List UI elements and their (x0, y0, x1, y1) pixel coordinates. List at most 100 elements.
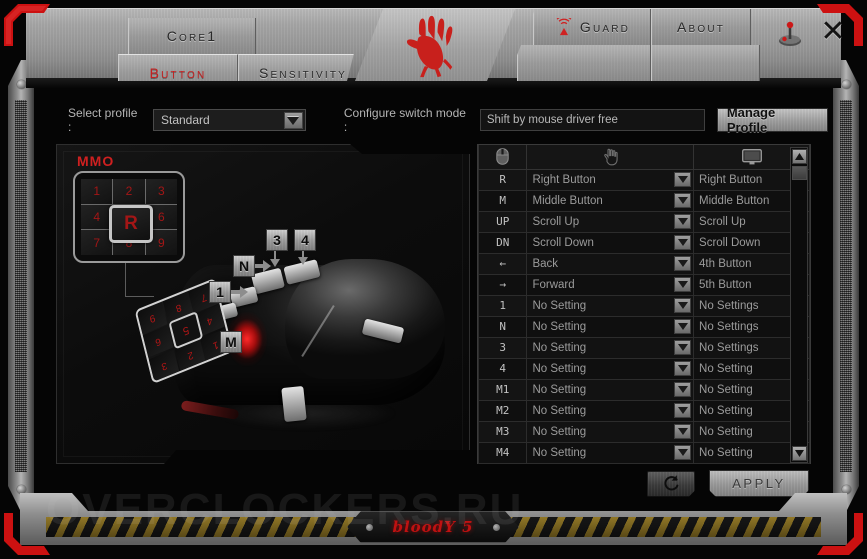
joystick-button[interactable] (775, 18, 805, 48)
callout-4[interactable]: 4 (294, 229, 316, 251)
profile-dropdown-button[interactable] (283, 112, 303, 129)
close-button[interactable]: ✕ (817, 16, 849, 48)
mmo-key-7[interactable]: 7 (81, 230, 113, 255)
bloody-handprint-icon (406, 15, 453, 78)
title-bar: Core1 Button Sensitivity Guard About ✕ (0, 0, 867, 88)
row-assigned-label-6: No Setting (532, 299, 587, 312)
assigned-cell-wrap: No Setting (532, 338, 692, 357)
row-key-9: 4 (477, 357, 528, 380)
row-dropdown-button-6[interactable] (674, 297, 692, 313)
row-dropdown-button-8[interactable] (674, 339, 692, 355)
mmo-key-2[interactable]: 2 (113, 179, 145, 204)
row-assigned-cell-13[interactable]: No Setting (526, 441, 695, 464)
assigned-cell-wrap: No Setting (532, 443, 692, 462)
mmo-key-4[interactable]: 4 (81, 204, 113, 230)
row-assigned-cell-11[interactable]: No Setting (526, 399, 695, 422)
row-assigned-cell-10[interactable]: No Setting (526, 378, 695, 401)
row-assigned-cell-9[interactable]: No Setting (526, 357, 695, 380)
row-assigned-cell-5[interactable]: Forward (526, 273, 695, 296)
hand-cursor-icon (527, 148, 693, 166)
assigned-cell-wrap: Forward (532, 275, 692, 294)
row-assigned-cell-7[interactable]: No Setting (526, 315, 695, 338)
chevron-down-icon (677, 301, 688, 309)
brand-screw-right (493, 524, 500, 531)
table-scrollbar[interactable] (790, 147, 808, 463)
table-row: M4 No Setting No Setting (477, 441, 810, 464)
assigned-cell-wrap: No Setting (532, 380, 692, 399)
tab-button[interactable]: Button (118, 54, 238, 81)
mmo-key-3[interactable]: 3 (145, 179, 177, 204)
rail-mesh-right (840, 100, 852, 472)
row-assigned-cell-6[interactable]: No Setting (526, 294, 695, 317)
row-dropdown-button-13[interactable] (674, 444, 692, 460)
table-body: R Right Button Right Button M Middle Button M… (477, 168, 810, 464)
table-row: M3 No Setting No Setting (477, 420, 810, 443)
row-key-4: ← (477, 252, 528, 275)
row-assigned-label-9: No Setting (532, 362, 587, 375)
callout-3[interactable]: 3 (266, 229, 288, 251)
assigned-cell-wrap: No Setting (532, 317, 692, 336)
row-dropdown-button-2[interactable] (674, 213, 692, 229)
tab-bar: Core1 Button Sensitivity Guard About ✕ (0, 0, 867, 88)
callout-m[interactable]: M (220, 331, 242, 353)
row-assigned-label-12: No Setting (532, 425, 587, 438)
chevron-down-icon (677, 343, 688, 351)
tab-group-left: Core1 Button Sensitivity (110, 9, 365, 81)
table-row: → Forward 5th Button (477, 273, 810, 296)
tab-sensitivity[interactable]: Sensitivity (238, 54, 365, 81)
row-key-6: 1 (477, 294, 528, 317)
footer-bar: OVERCLOCKERS.RU bloodY 5 (0, 484, 867, 559)
assigned-cell-wrap: Right Button (532, 170, 692, 189)
row-assigned-cell-8[interactable]: No Setting (526, 336, 695, 359)
row-assigned-cell-3[interactable]: Scroll Down (526, 231, 695, 254)
row-dropdown-button-5[interactable] (674, 276, 692, 292)
tab-core1[interactable]: Core1 (128, 18, 256, 54)
callout-n-arrow-icon (253, 260, 271, 272)
row-dropdown-button-11[interactable] (674, 402, 692, 418)
row-assigned-cell-1[interactable]: Middle Button (526, 189, 695, 212)
tab-guard[interactable]: Guard (533, 9, 651, 45)
row-dropdown-button-0[interactable] (674, 171, 692, 187)
chevron-down-icon (677, 406, 688, 414)
table-row: N No Setting No Settings (477, 315, 810, 338)
bloody-logo-plate[interactable] (355, 9, 515, 81)
row-dropdown-button-7[interactable] (674, 318, 692, 334)
chevron-down-icon (677, 196, 688, 204)
row-key-10: M1 (477, 378, 528, 401)
profile-select[interactable]: Standard (153, 109, 306, 131)
row-dropdown-button-4[interactable] (674, 255, 692, 271)
row-assigned-cell-4[interactable]: Back (526, 252, 695, 275)
row-assigned-cell-12[interactable]: No Setting (526, 420, 695, 443)
table-row: M1 No Setting No Setting (477, 378, 810, 401)
manage-profile-button[interactable]: Manage Profile (716, 105, 828, 135)
tab-about[interactable]: About (651, 9, 751, 45)
scrollbar-thumb[interactable] (792, 166, 807, 180)
row-assigned-label-0: Right Button (532, 173, 596, 186)
switch-mode-field[interactable]: Shift by mouse driver free (479, 109, 705, 131)
row-assigned-cell-0[interactable]: Right Button (526, 168, 695, 191)
chevron-down-icon (677, 322, 688, 330)
scroll-up-button[interactable] (792, 149, 807, 164)
mmo-key-1[interactable]: 1 (81, 179, 113, 204)
button-assignment-table-panel: R Right Button Right Button M Middle Button M… (477, 144, 811, 464)
row-assigned-label-2: Scroll Up (532, 215, 580, 228)
mouse-icon (479, 148, 526, 165)
row-dropdown-button-3[interactable] (674, 234, 692, 250)
row-dropdown-button-10[interactable] (674, 381, 692, 397)
assigned-cell-wrap: Middle Button (532, 191, 692, 210)
chevron-down-icon (677, 364, 688, 372)
assigned-cell-wrap: Back (532, 254, 692, 273)
row-assigned-label-3: Scroll Down (532, 236, 594, 249)
callout-1[interactable]: 1 (209, 281, 231, 303)
row-assigned-cell-2[interactable]: Scroll Up (526, 210, 695, 233)
table-row: DN Scroll Down Scroll Down (477, 231, 810, 254)
scroll-down-button[interactable] (792, 446, 807, 461)
table-row: UP Scroll Up Scroll Up (477, 210, 810, 233)
tab-sensitivity-label: Sensitivity (259, 64, 347, 81)
callout-n[interactable]: N (233, 255, 255, 277)
row-dropdown-button-9[interactable] (674, 360, 692, 376)
row-dropdown-button-1[interactable] (674, 192, 692, 208)
row-dropdown-button-12[interactable] (674, 423, 692, 439)
tab-guard-label: Guard (579, 19, 631, 35)
switch-mode-label: Configure switch mode : (343, 106, 466, 134)
